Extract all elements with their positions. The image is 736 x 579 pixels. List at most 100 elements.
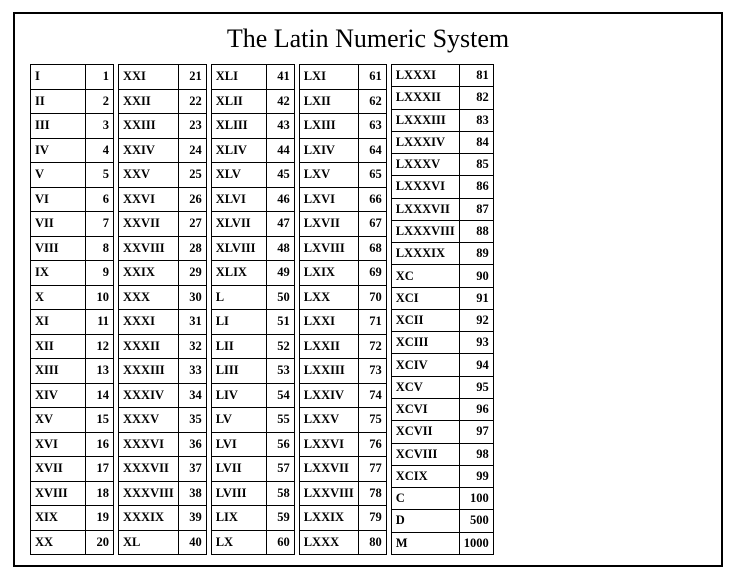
roman-numeral: LXXIV [299,383,358,408]
arabic-number: 22 [178,89,206,114]
table-row: LXXXVII87 [391,198,493,220]
table-row: XIX19 [31,506,114,531]
tables-row: I1II2III3IV4V5VI6VII7VIII8IX9X10XI11XII1… [30,64,706,555]
arabic-number: 21 [178,65,206,90]
arabic-number: 61 [358,65,386,90]
table-row: LXXXIX89 [391,243,493,265]
roman-numeral: LIV [211,383,266,408]
table-row: I1 [31,65,114,90]
roman-numeral: I [31,65,86,90]
table-row: XXIII23 [119,114,207,139]
numeral-table-4: LXI61LXII62LXIII63LXIV64LXV65LXVI66LXVII… [299,64,387,555]
roman-numeral: XXIV [119,138,179,163]
table-row: IV4 [31,138,114,163]
numeral-table-3: XLI41XLII42XLIII43XLIV44XLV45XLVI46XLVII… [211,64,295,555]
arabic-number: 37 [178,457,206,482]
table-row: XXXI31 [119,310,207,335]
arabic-number: 79 [358,506,386,531]
arabic-number: 90 [459,265,493,287]
arabic-number: 74 [358,383,386,408]
table-row: LIX59 [211,506,294,531]
table-row: LXXII72 [299,334,386,359]
roman-numeral: M [391,532,459,554]
table-row: V5 [31,163,114,188]
arabic-number: 57 [266,457,294,482]
roman-numeral: XXI [119,65,179,90]
arabic-number: 56 [266,432,294,457]
table-row: XL40 [119,530,207,555]
arabic-number: 44 [266,138,294,163]
roman-numeral: XXXIV [119,383,179,408]
arabic-number: 43 [266,114,294,139]
arabic-number: 64 [358,138,386,163]
table-row: LI51 [211,310,294,335]
arabic-number: 20 [86,530,114,555]
table-row: XVIII18 [31,481,114,506]
table-row: IX9 [31,261,114,286]
arabic-number: 10 [86,285,114,310]
table-row: LXXIV74 [299,383,386,408]
table-row: LVII57 [211,457,294,482]
table-row: XXXIII33 [119,359,207,384]
roman-numeral: XXVIII [119,236,179,261]
arabic-number: 47 [266,212,294,237]
table-row: XVII17 [31,457,114,482]
arabic-number: 82 [459,87,493,109]
arabic-number: 28 [178,236,206,261]
roman-numeral: XCI [391,287,459,309]
roman-numeral: XV [31,408,86,433]
table-row: XXXV35 [119,408,207,433]
roman-numeral: XXV [119,163,179,188]
arabic-number: 1000 [459,532,493,554]
roman-numeral: V [31,163,86,188]
roman-numeral: XXXIX [119,506,179,531]
arabic-number: 71 [358,310,386,335]
roman-numeral: LXXII [299,334,358,359]
table-row: LVIII58 [211,481,294,506]
table-row: XLVI46 [211,187,294,212]
table-row: LXXV75 [299,408,386,433]
table-row: XXII22 [119,89,207,114]
arabic-number: 93 [459,332,493,354]
roman-numeral: LXXXIII [391,109,459,131]
arabic-number: 35 [178,408,206,433]
roman-numeral: XLVI [211,187,266,212]
arabic-number: 99 [459,465,493,487]
roman-numeral: XXX [119,285,179,310]
table-row: XCIX99 [391,465,493,487]
arabic-number: 49 [266,261,294,286]
roman-numeral: XLIX [211,261,266,286]
arabic-number: 30 [178,285,206,310]
roman-numeral: XLI [211,65,266,90]
roman-numeral: XXXI [119,310,179,335]
table-row: LXV65 [299,163,386,188]
roman-numeral: LXXXV [391,154,459,176]
arabic-number: 12 [86,334,114,359]
table-row: XCII92 [391,309,493,331]
arabic-number: 3 [86,114,114,139]
arabic-number: 13 [86,359,114,384]
arabic-number: 94 [459,354,493,376]
roman-numeral: LXVIII [299,236,358,261]
table-row: XXXVII37 [119,457,207,482]
roman-numeral: LXIX [299,261,358,286]
arabic-number: 40 [178,530,206,555]
arabic-number: 36 [178,432,206,457]
table-row: II2 [31,89,114,114]
roman-numeral: XVII [31,457,86,482]
page-title: The Latin Numeric System [30,24,706,54]
arabic-number: 51 [266,310,294,335]
roman-numeral: LXVII [299,212,358,237]
table-row: XXX30 [119,285,207,310]
roman-numeral: XXIX [119,261,179,286]
arabic-number: 77 [358,457,386,482]
table-row: XC90 [391,265,493,287]
arabic-number: 25 [178,163,206,188]
table-row: LXIX69 [299,261,386,286]
roman-numeral: LIII [211,359,266,384]
arabic-number: 24 [178,138,206,163]
table-row: XIII13 [31,359,114,384]
roman-numeral: XCIV [391,354,459,376]
arabic-number: 19 [86,506,114,531]
arabic-number: 75 [358,408,386,433]
